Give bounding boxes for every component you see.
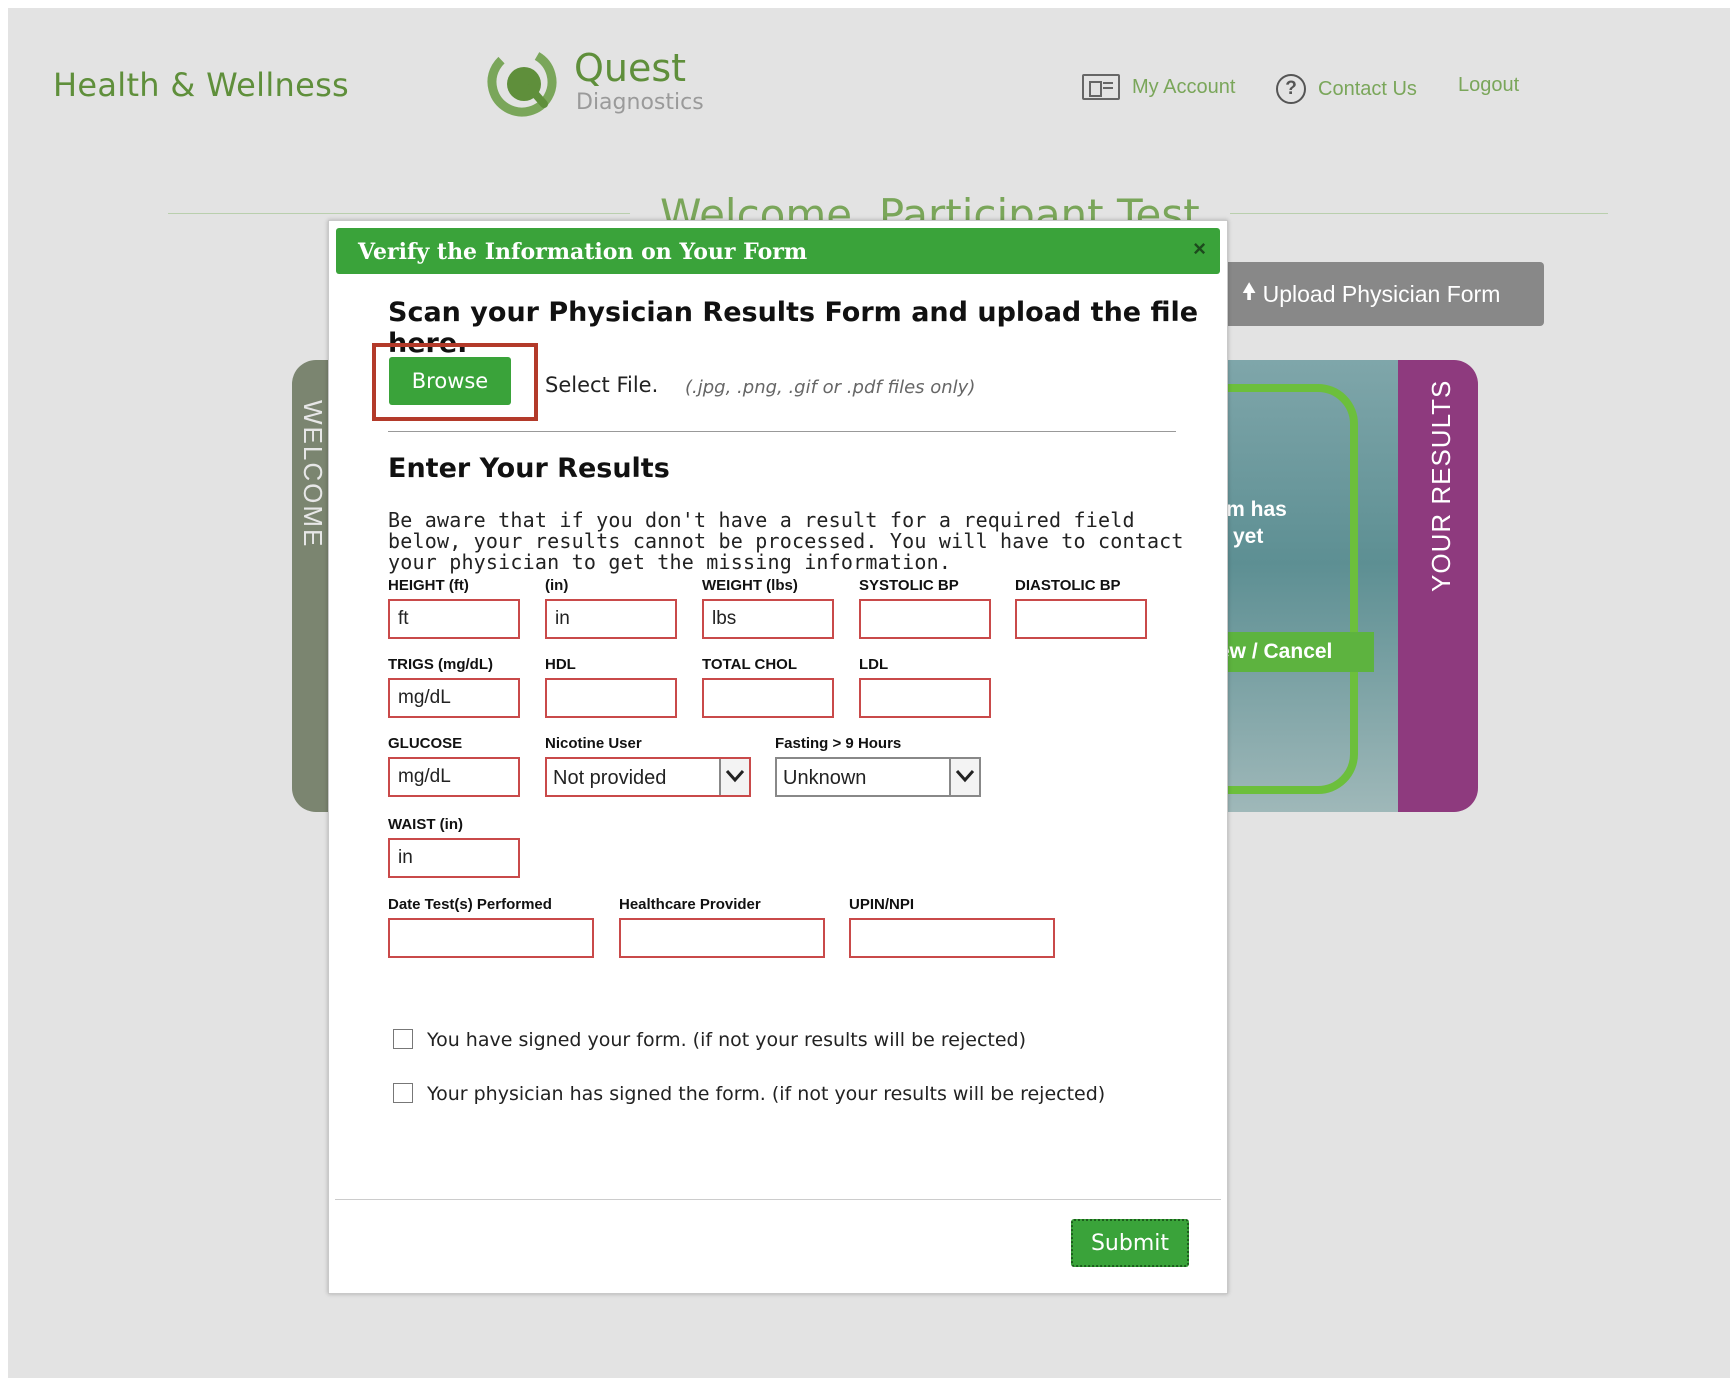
my-account-label: My Account [1132,75,1236,98]
brand-title: Health & Wellness [53,66,350,104]
ldl-label: LDL [859,656,889,673]
glucose-label: GLUCOSE [388,735,463,752]
weight-input[interactable] [702,599,834,639]
self-signed-label: You have signed your form. (if not your … [427,1029,1027,1051]
height-in-label: (in) [545,577,569,594]
help-icon: ? [1276,74,1306,104]
ldl-input[interactable] [859,678,991,718]
total-chol-input[interactable] [702,678,834,718]
fasting-select[interactable]: Unknown [775,757,981,797]
panel-text-line2: yet [1233,525,1264,548]
my-account-link[interactable]: My Account [1082,74,1235,100]
height-in-input[interactable] [545,599,677,639]
close-icon[interactable]: × [1193,236,1206,262]
submit-button[interactable]: Submit [1071,1219,1189,1267]
height-ft-input[interactable] [388,599,520,639]
your-results-tab-label: YOUR RESULTS [1426,379,1456,592]
review-cancel-button[interactable]: ew / Cancel [1218,632,1374,672]
total-chol-label: TOTAL CHOL [702,656,797,673]
file-types-hint: (.jpg, .png, .gif or .pdf files only) [685,377,976,398]
weight-label: WEIGHT (lbs) [702,577,798,594]
logout-link[interactable]: Logout [1458,74,1519,97]
upin-input[interactable] [849,918,1055,958]
enter-results-heading: Enter Your Results [388,453,670,484]
upload-arrow-icon: 🠝 [1241,277,1257,304]
account-card-icon [1082,74,1120,100]
footer-divider [335,1199,1221,1200]
nicotine-select[interactable]: Not provided [545,757,751,797]
required-notice: Be aware that if you don't have a result… [388,508,1184,574]
provider-label: Healthcare Provider [619,896,761,913]
contact-us-link[interactable]: ? Contact Us [1276,74,1417,104]
physician-signed-checkbox[interactable] [393,1083,413,1103]
page: Health & Wellness Quest Diagnostics My A… [8,8,1730,1378]
date-input[interactable] [388,918,594,958]
upload-button-label: Upload Physician Form [1262,280,1501,307]
nicotine-selected-value: Not provided [553,767,667,789]
date-label: Date Test(s) Performed [388,896,552,913]
quest-logo[interactable]: Quest Diagnostics [486,42,726,122]
verify-form-modal: Verify the Information on Your Form × Sc… [328,220,1228,1294]
chevron-down-icon [949,759,979,795]
diastolic-input[interactable] [1015,599,1147,639]
systolic-label: SYSTOLIC BP [859,577,959,594]
browse-button[interactable]: Browse [389,357,511,405]
section-divider [388,431,1176,432]
fasting-label: Fasting > 9 Hours [775,735,902,752]
upload-physician-form-button[interactable]: 🠝 Upload Physician Form [1198,262,1544,326]
your-results-tab[interactable]: YOUR RESULTS [1398,360,1478,812]
trigs-label: TRIGS (mg/dL) [388,656,493,673]
welcome-tab-label: WELCOME [298,400,328,549]
modal-title: Verify the Information on Your Form [358,239,808,265]
chevron-down-icon [719,759,749,795]
modal-header: Verify the Information on Your Form × [336,228,1220,274]
nicotine-label: Nicotine User [545,735,642,752]
contact-us-label: Contact Us [1318,77,1417,100]
select-file-label: Select File. [545,373,659,397]
fasting-selected-value: Unknown [783,767,867,789]
hdl-input[interactable] [545,678,677,718]
upin-label: UPIN/NPI [849,896,915,913]
height-ft-label: HEIGHT (ft) [388,577,469,594]
physician-signed-label: Your physician has signed the form. (if … [427,1083,1106,1105]
hdl-label: HDL [545,656,576,673]
provider-input[interactable] [619,918,825,958]
panel-text-line1: rm has [1218,498,1287,521]
waist-input[interactable] [388,838,520,878]
systolic-input[interactable] [859,599,991,639]
logo-wordmark: Quest [574,46,687,90]
trigs-input[interactable] [388,678,520,718]
self-signed-checkbox[interactable] [393,1029,413,1049]
glucose-input[interactable] [388,757,520,797]
waist-label: WAIST (in) [388,816,463,833]
diastolic-label: DIASTOLIC BP [1015,577,1121,594]
logo-subtitle: Diagnostics [576,90,704,115]
quest-logo-icon [487,47,557,117]
